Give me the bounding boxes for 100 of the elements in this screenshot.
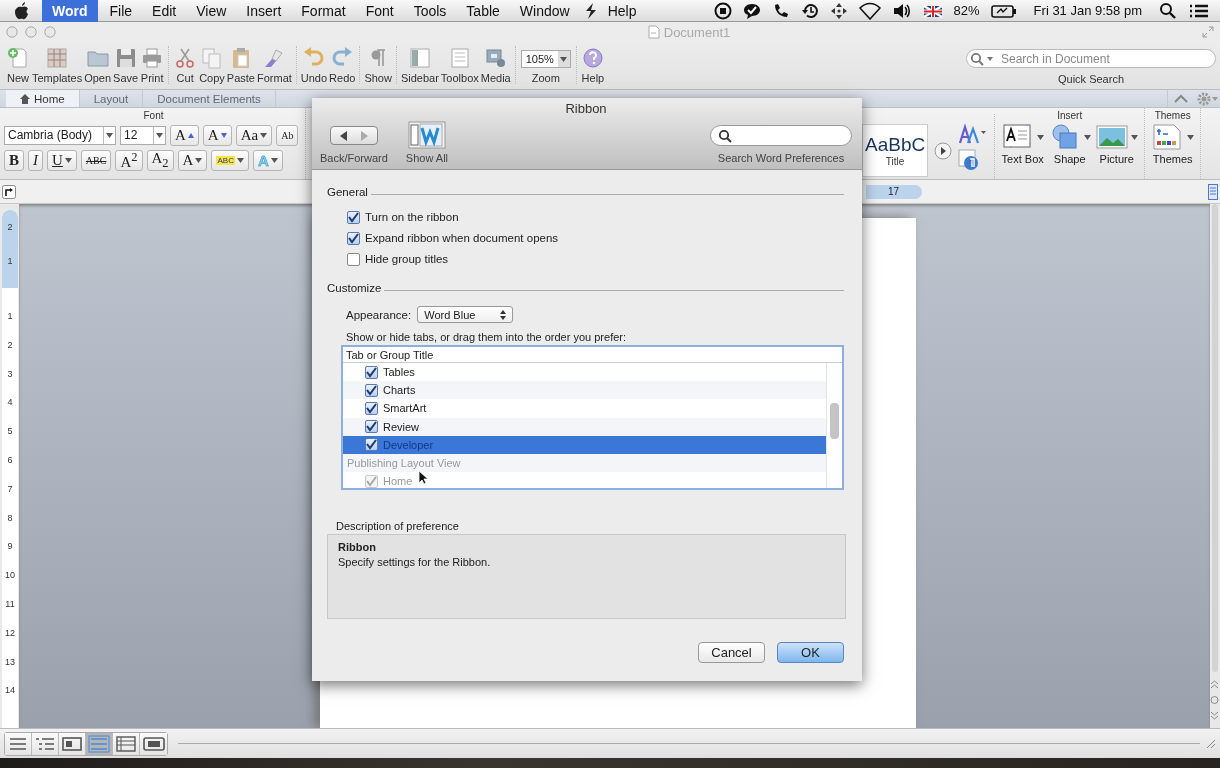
toolbar-button[interactable]: Help (579, 46, 606, 84)
toolbar-button[interactable]: Copy (198, 46, 226, 84)
search-icon[interactable] (1159, 1, 1177, 20)
subscript-button[interactable]: A$_{2}$ (146, 149, 174, 171)
font-name-field[interactable]: Cambria (Body) (4, 125, 116, 145)
back-forward-control[interactable] (329, 126, 378, 145)
scroll-thumb[interactable] (830, 403, 839, 439)
toolbar-button[interactable]: Print (139, 46, 166, 84)
caret-icon (1187, 134, 1195, 140)
menu-item[interactable]: Table (456, 2, 510, 19)
clear-formatting-button[interactable]: Ab (276, 124, 299, 146)
view-button[interactable] (140, 732, 167, 755)
checkbox[interactable] (365, 383, 378, 397)
change-case-button[interactable]: Aa (235, 124, 273, 146)
list-row[interactable]: SmartArt (343, 399, 826, 418)
ruler-number: 4 (7, 396, 13, 410)
underline-button[interactable]: U (47, 149, 77, 171)
dialog-button[interactable]: OK (777, 642, 844, 663)
search-field[interactable] (710, 125, 852, 146)
change-styles-icon[interactable] (958, 122, 987, 145)
view-button[interactable] (59, 732, 86, 755)
bold-button[interactable]: B (4, 149, 24, 171)
strikethrough-button[interactable]: ABC (80, 149, 112, 171)
caret-icon (195, 157, 203, 163)
record-icon[interactable] (713, 1, 732, 20)
toolbar-button[interactable]: Paste (225, 46, 256, 84)
menu-item[interactable]: File (99, 2, 143, 19)
move-arrows-icon[interactable] (829, 1, 848, 20)
list-row[interactable]: Review (343, 417, 826, 436)
toolbar-button[interactable]: New (5, 46, 31, 84)
ribbon-tab[interactable]: Document Elements (143, 90, 276, 107)
toolbar-button[interactable]: Sidebar (399, 46, 440, 84)
menu-item[interactable]: View (186, 2, 237, 19)
menu-item[interactable]: Window (509, 2, 580, 19)
appearance-popup[interactable]: Word Blue (417, 306, 514, 323)
superscript-button[interactable]: A$^{2}$ (115, 149, 143, 171)
speaker-icon[interactable] (891, 1, 912, 20)
menu-item[interactable]: Edit (142, 2, 187, 19)
checkbox[interactable] (365, 420, 378, 434)
checkbox[interactable] (365, 365, 378, 379)
clock[interactable]: Fri 31 Jan 9:58 pm (1033, 3, 1142, 18)
toolbar-button[interactable]: Save (112, 46, 140, 84)
ribbon-button[interactable]: Picture (1095, 123, 1139, 165)
browse-buttons-icon[interactable] (1210, 680, 1219, 720)
view-button[interactable] (5, 732, 32, 755)
list-row[interactable]: Charts (343, 381, 826, 400)
toolbar-button[interactable]: Undo (299, 46, 329, 84)
document-plus-icon (6, 46, 30, 70)
ribbon-button[interactable]: Text Box (1001, 123, 1045, 165)
toolbar-button[interactable]: Media (479, 46, 512, 84)
menu-item[interactable]: Font (355, 2, 404, 19)
description-text: Specify settings for the Ribbon. (338, 556, 492, 568)
menu-item[interactable]: Help (597, 2, 647, 19)
ribbon-tab[interactable]: Layout (79, 90, 144, 107)
toolbar-button[interactable]: Show (363, 46, 393, 84)
toolbar-button[interactable]: Redo (328, 46, 357, 84)
ribbon-button[interactable]: Shape (1048, 123, 1092, 165)
zoom-field[interactable]: 105% (520, 50, 571, 68)
italic-button[interactable]: I (28, 149, 43, 171)
apple-icon[interactable] (14, 1, 30, 20)
app-menu[interactable]: Word (42, 0, 98, 22)
highlight-button[interactable]: ABC (211, 149, 249, 171)
view-lines-icon[interactable] (1208, 183, 1218, 200)
resize-grip-icon[interactable] (1206, 738, 1216, 749)
style-gallery[interactable]: AaBbC Title (862, 124, 929, 177)
list-row[interactable]: Tables (343, 363, 826, 382)
ruler-number: 13 (5, 655, 15, 669)
search-field[interactable]: Search in Document (966, 49, 1216, 68)
toolbar-button[interactable]: Open (83, 46, 113, 84)
collapse-icon[interactable] (1174, 93, 1188, 104)
show-all-icon[interactable] (407, 121, 446, 149)
ribbon-tab[interactable]: Home (6, 90, 80, 107)
view-button[interactable] (113, 732, 140, 755)
shrink-font-button[interactable]: A (202, 124, 232, 146)
menu-item[interactable]: Tools (403, 2, 457, 19)
wifi-icon[interactable] (858, 1, 881, 20)
ribbon-button[interactable]: Themes (1151, 123, 1195, 165)
font-size-field[interactable]: 12 (120, 125, 166, 145)
tab-stop-icon[interactable] (2, 184, 16, 199)
toolbar-button[interactable]: Format (255, 46, 293, 84)
checkbox[interactable] (365, 438, 378, 452)
view-button[interactable] (32, 732, 59, 755)
checkbox[interactable] (365, 401, 378, 415)
paragraph-style-icon[interactable] (958, 148, 981, 171)
toolbar-button[interactable]: Toolbox (439, 46, 480, 84)
toolbar-button[interactable]: Templates (31, 46, 84, 84)
chat-bubble-icon[interactable] (742, 1, 761, 20)
checkbox[interactable] (347, 252, 360, 266)
dialog-button[interactable]: Cancel (698, 642, 765, 663)
list-caption: Show or hide tabs, or drag them into the order you prefer: (345, 330, 628, 344)
menu-item[interactable]: Format (291, 2, 356, 19)
caret-icon (260, 132, 268, 138)
menu-item[interactable]: Insert (236, 2, 292, 19)
ruler-number: 3 (7, 367, 13, 381)
grow-font-button[interactable]: A (170, 124, 199, 146)
font-color-button[interactable]: A (177, 149, 208, 171)
checkbox[interactable] (347, 210, 360, 224)
checkbox[interactable] (347, 231, 360, 245)
toolbar-button[interactable]: Cut (172, 46, 199, 84)
history-icon[interactable] (800, 1, 819, 20)
